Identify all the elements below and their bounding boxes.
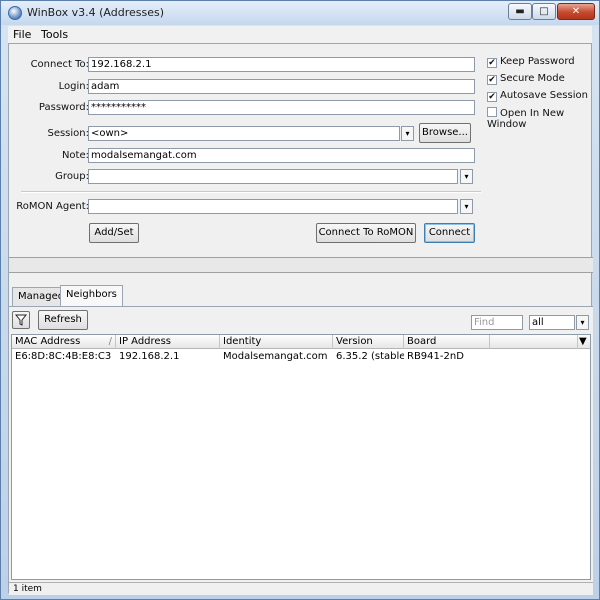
- note-label: Note:: [61, 150, 89, 161]
- autosave-session-label: Autosave Session: [500, 90, 588, 101]
- close-button[interactable]: ✕: [557, 3, 595, 20]
- filter-button[interactable]: [12, 311, 30, 329]
- column-header-empty: [490, 335, 578, 349]
- minimize-button[interactable]: ▬: [508, 3, 532, 20]
- neighbors-panel: Refresh Find all ▾ MAC Address / IP Addr…: [9, 306, 593, 595]
- main-client-area: Connect To: 192.168.2.1 Login: adam Pass…: [8, 43, 593, 595]
- secure-mode-check-icon: ✔: [487, 75, 497, 85]
- menu-tools[interactable]: Tools: [38, 28, 71, 41]
- keep-password-checkbox[interactable]: ✔ Keep Password: [487, 56, 575, 68]
- cell-board: RB941-2nD: [407, 351, 464, 362]
- item-count-status: 1 item: [9, 582, 593, 595]
- table-row[interactable]: E6:8D:8C:4B:E8:C3 192.168.2.1 Modalseman…: [12, 350, 590, 363]
- romon-agent-select[interactable]: [88, 199, 458, 214]
- filter-dropdown-arrow-icon[interactable]: ▾: [576, 315, 589, 330]
- open-in-new-window-checkbox[interactable]: Open In New Window: [487, 107, 591, 130]
- cell-identity: Modalsemangat.com: [223, 351, 328, 362]
- session-label: Session:: [47, 128, 89, 139]
- neighbors-table: MAC Address / IP Address Identity Versio…: [11, 334, 591, 580]
- connect-to-input[interactable]: 192.168.2.1: [88, 57, 475, 72]
- keep-password-check-icon: ✔: [487, 58, 497, 68]
- column-header-board[interactable]: Board: [404, 335, 490, 349]
- column-header-version[interactable]: Version: [333, 335, 404, 349]
- winbox-window: WinBox v3.4 (Addresses) ▬ □ ✕ File Tools…: [0, 0, 600, 600]
- title-bar[interactable]: WinBox v3.4 (Addresses) ▬ □ ✕: [1, 1, 599, 25]
- open-in-new-window-check-box: [487, 107, 497, 117]
- winbox-app-icon: [8, 6, 22, 20]
- cell-version: 6.35.2 (stable): [336, 351, 404, 362]
- keep-password-label: Keep Password: [500, 56, 575, 67]
- form-separator: [21, 191, 481, 193]
- note-input[interactable]: modalsemangat.com: [88, 148, 475, 163]
- column-header-mac[interactable]: MAC Address /: [12, 335, 116, 349]
- funnel-icon: [14, 314, 28, 326]
- column-header-identity[interactable]: Identity: [220, 335, 333, 349]
- table-header: MAC Address / IP Address Identity Versio…: [12, 335, 590, 349]
- group-select[interactable]: [88, 169, 458, 184]
- login-input[interactable]: adam: [88, 79, 475, 94]
- romon-agent-label: RoMON Agent:: [16, 201, 89, 212]
- session-dropdown-arrow-icon[interactable]: ▾: [401, 126, 414, 141]
- open-in-new-window-label: Open In New Window: [487, 108, 565, 130]
- password-input[interactable]: ***********: [88, 100, 475, 115]
- refresh-button[interactable]: Refresh: [38, 310, 88, 330]
- column-label: MAC Address: [15, 336, 81, 347]
- secure-mode-label: Secure Mode: [500, 73, 565, 84]
- group-dropdown-arrow-icon[interactable]: ▾: [460, 169, 473, 184]
- find-input[interactable]: Find: [471, 315, 523, 330]
- menu-file[interactable]: File: [10, 28, 34, 41]
- romon-dropdown-arrow-icon[interactable]: ▾: [460, 199, 473, 214]
- connect-to-label: Connect To:: [30, 59, 89, 70]
- autosave-session-checkbox[interactable]: ✔ Autosave Session: [487, 90, 588, 102]
- cell-ip: 192.168.2.1: [119, 351, 180, 362]
- cell-mac: E6:8D:8C:4B:E8:C3: [15, 351, 112, 362]
- maximize-button[interactable]: □: [532, 3, 556, 20]
- column-header-ip[interactable]: IP Address: [116, 335, 220, 349]
- add-set-button[interactable]: Add/Set: [89, 223, 139, 243]
- password-label: Password:: [38, 102, 89, 113]
- column-menu-icon[interactable]: ▼: [578, 335, 590, 349]
- secure-mode-checkbox[interactable]: ✔ Secure Mode: [487, 73, 565, 85]
- connection-status-bar: [9, 257, 593, 273]
- autosave-session-check-icon: ✔: [487, 92, 497, 102]
- filter-select[interactable]: all: [529, 315, 575, 330]
- menu-bar: File Tools: [8, 26, 592, 43]
- window-title: WinBox v3.4 (Addresses): [27, 6, 164, 19]
- group-label: Group:: [55, 171, 89, 182]
- connect-to-romon-button[interactable]: Connect To RoMON: [316, 223, 416, 243]
- sort-icon: /: [108, 336, 112, 347]
- session-select[interactable]: <own>: [88, 126, 400, 141]
- tab-neighbors[interactable]: Neighbors: [60, 285, 123, 306]
- browse-button[interactable]: Browse...: [419, 123, 471, 143]
- login-label: Login:: [58, 81, 89, 92]
- connect-button[interactable]: Connect: [424, 223, 475, 243]
